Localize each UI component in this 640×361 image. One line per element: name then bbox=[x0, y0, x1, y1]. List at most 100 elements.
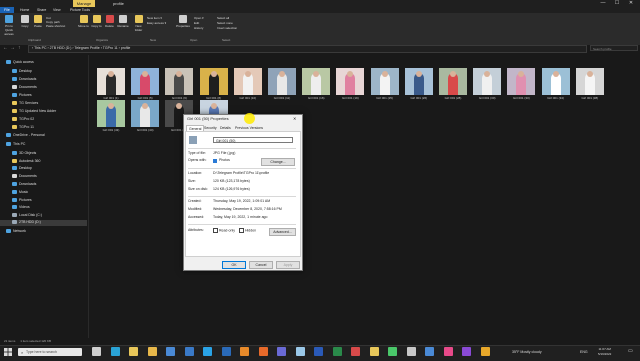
copy-button[interactable]: Copy bbox=[20, 15, 30, 28]
app-icon[interactable] bbox=[425, 347, 434, 356]
app-icon[interactable] bbox=[480, 347, 490, 356]
file-thumbnail[interactable] bbox=[541, 68, 570, 95]
photoshop-icon[interactable] bbox=[221, 347, 231, 356]
file-name-label[interactable]: Girl 001 (19) bbox=[333, 96, 367, 100]
sidebar-item[interactable]: Music bbox=[12, 190, 28, 195]
advanced-button[interactable]: Advanced... bbox=[269, 228, 296, 236]
forward-arrow-icon[interactable]: → bbox=[10, 45, 15, 52]
sidebar-item[interactable]: Pictures bbox=[12, 198, 32, 203]
file-name-label[interactable]: Girl 001 (33) bbox=[504, 96, 538, 100]
manage-tab[interactable]: Manage bbox=[73, 0, 95, 7]
sidebar-item[interactable]: Autodesk 360 bbox=[12, 159, 40, 164]
sidebar-item[interactable]: TG Services bbox=[12, 101, 38, 106]
teams-icon[interactable] bbox=[277, 347, 286, 356]
app-icon[interactable] bbox=[369, 347, 379, 356]
file-thumbnail[interactable] bbox=[404, 68, 433, 95]
paste-shortcut-button[interactable]: Paste shortcut bbox=[46, 24, 65, 28]
notepad-icon[interactable] bbox=[295, 347, 305, 356]
apply-button[interactable]: Apply bbox=[276, 261, 300, 269]
new-item-button[interactable]: New item ▾ bbox=[147, 16, 162, 20]
excel-icon[interactable] bbox=[332, 347, 342, 356]
file-name-label[interactable]: Girl 001 (25) bbox=[368, 96, 402, 100]
file-thumbnail[interactable] bbox=[233, 68, 262, 95]
hidden-checkbox[interactable]: Hidden bbox=[239, 228, 256, 233]
copy-to-button[interactable]: Copy to bbox=[91, 15, 102, 28]
select-none-button[interactable]: Select none bbox=[217, 21, 233, 25]
file-thumbnail[interactable] bbox=[131, 68, 160, 95]
file-thumbnail[interactable] bbox=[97, 100, 125, 127]
rename-button[interactable]: Rename bbox=[117, 15, 129, 28]
file-thumbnail[interactable] bbox=[336, 68, 365, 95]
sidebar-item[interactable]: Desktop bbox=[12, 166, 32, 171]
sidebar-item[interactable]: OneDrive - Personal bbox=[6, 133, 45, 138]
sidebar-item[interactable]: TGPro 02 bbox=[12, 117, 34, 122]
taskbar-search-input[interactable]: Type here to search bbox=[18, 348, 82, 356]
sidebar-item[interactable]: Pictures bbox=[12, 93, 32, 98]
windows-start-icon[interactable] bbox=[4, 348, 12, 356]
app-icon[interactable] bbox=[462, 347, 471, 356]
file-thumbnail[interactable] bbox=[165, 68, 194, 95]
file-name-label[interactable]: Girl 001 (43) bbox=[94, 128, 128, 132]
pin-quick-access-button[interactable]: Pin to Quick access bbox=[2, 15, 16, 36]
file-thumbnail[interactable] bbox=[439, 68, 467, 95]
file-thumbnail[interactable] bbox=[473, 68, 502, 95]
file-thumbnail[interactable] bbox=[131, 100, 160, 127]
sidebar-item[interactable]: Documents bbox=[12, 174, 37, 179]
dialog-close-button[interactable]: ✕ bbox=[293, 115, 296, 122]
app-icon[interactable] bbox=[443, 347, 453, 356]
change-button[interactable]: Change... bbox=[261, 158, 295, 166]
paste-button[interactable]: Paste bbox=[33, 15, 43, 28]
file-thumbnail[interactable] bbox=[575, 68, 604, 95]
close-button[interactable]: ✕ bbox=[624, 0, 638, 7]
file-name-label[interactable]: Girl 001 (34) bbox=[539, 96, 573, 100]
file-thumbnail[interactable] bbox=[302, 68, 331, 95]
sidebar-item[interactable]: Downloads bbox=[12, 182, 36, 187]
file-thumbnail[interactable] bbox=[370, 68, 399, 95]
delete-button[interactable]: Delete bbox=[104, 15, 115, 28]
app-icon[interactable] bbox=[406, 347, 416, 356]
sidebar-item[interactable]: TG Updated New Adder bbox=[12, 109, 56, 114]
task-view-icon[interactable] bbox=[92, 347, 101, 356]
chrome-icon[interactable] bbox=[129, 347, 138, 356]
ok-button[interactable]: OK bbox=[222, 261, 246, 269]
file-name-label[interactable]: Girl 001 (28) bbox=[436, 96, 470, 100]
sidebar-item[interactable]: Downloads bbox=[12, 77, 36, 82]
app-icon[interactable] bbox=[351, 347, 360, 356]
history-button[interactable]: History bbox=[194, 26, 203, 30]
readonly-checkbox[interactable]: Read-only bbox=[213, 228, 235, 233]
sidebar-item[interactable]: Local Disk (C:) bbox=[12, 213, 42, 218]
breadcrumb[interactable]: › This PC › 2TB HDD (D:) › Telegram Prof… bbox=[32, 45, 130, 52]
sidebar-item[interactable]: 2TB HDD (D:) bbox=[12, 220, 41, 225]
app-icon[interactable] bbox=[388, 347, 397, 356]
notification-icon[interactable]: ▭ bbox=[628, 348, 636, 356]
minimize-button[interactable]: — bbox=[596, 0, 610, 7]
sidebar-item[interactable]: Desktop bbox=[12, 69, 32, 74]
file-name-label[interactable]: Girl 001 (16) bbox=[299, 96, 333, 100]
file-thumbnail[interactable] bbox=[199, 68, 228, 95]
sidebar-item[interactable]: 3D Objects bbox=[12, 151, 36, 156]
weather-widget[interactable]: 35°F Mostly cloudy bbox=[512, 346, 542, 359]
sidebar-item[interactable]: This PC bbox=[6, 142, 25, 147]
edge-icon[interactable] bbox=[110, 347, 120, 356]
new-folder-button[interactable]: New folder bbox=[133, 15, 144, 32]
sidebar-item[interactable]: Quick access bbox=[6, 60, 34, 65]
file-name-label[interactable]: Girl 001 (30) bbox=[470, 96, 504, 100]
clock[interactable]: 11:07 AM 5/19/2022 bbox=[598, 347, 611, 357]
vlc-icon[interactable] bbox=[240, 347, 249, 356]
word-icon[interactable] bbox=[314, 347, 323, 356]
file-name-label[interactable]: Girl 001 (38) bbox=[573, 96, 607, 100]
file-thumbnail[interactable] bbox=[507, 68, 536, 95]
invert-selection-button[interactable]: Invert selection bbox=[217, 26, 237, 30]
file-name-label[interactable]: Girl 001 (11) bbox=[265, 96, 299, 100]
select-all-button[interactable]: Select all bbox=[217, 16, 229, 20]
store-icon[interactable] bbox=[166, 347, 175, 356]
sidebar-item[interactable]: Network bbox=[6, 229, 26, 234]
mail-icon[interactable] bbox=[184, 347, 194, 356]
sidebar-item[interactable]: TGPro 11 bbox=[12, 125, 34, 130]
file-name-label[interactable]: Girl 001 (44) bbox=[128, 128, 162, 132]
explorer-icon[interactable] bbox=[147, 347, 157, 356]
maximize-button[interactable]: ☐ bbox=[610, 0, 624, 7]
properties-button[interactable]: Properties bbox=[176, 15, 190, 28]
file-thumbnail[interactable] bbox=[97, 68, 125, 95]
firefox-icon[interactable] bbox=[258, 347, 268, 356]
